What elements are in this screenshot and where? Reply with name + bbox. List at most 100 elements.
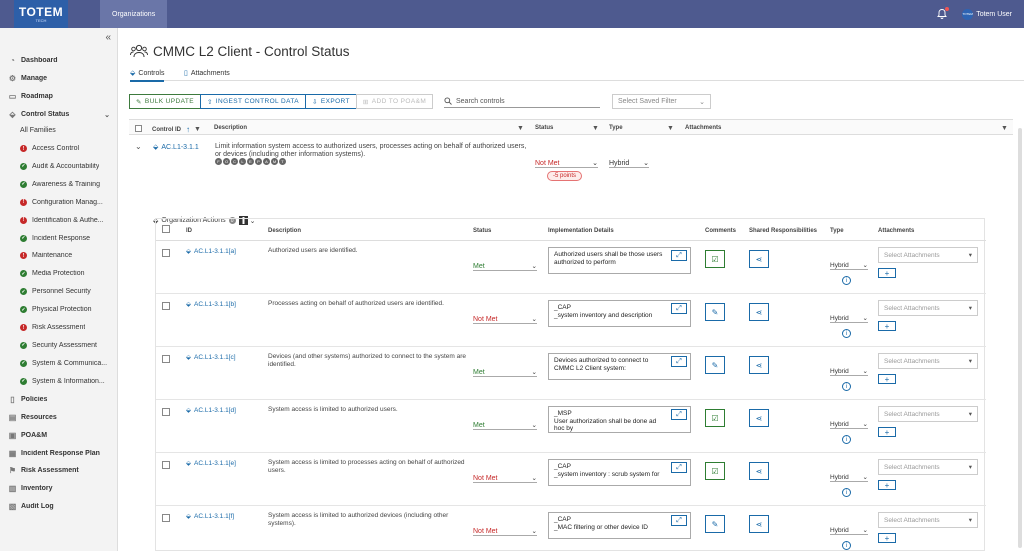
child-col-attachments[interactable]: Attachments bbox=[878, 228, 914, 234]
sidebar-item-poaandm[interactable]: ▣ POA&M bbox=[8, 431, 114, 440]
expand-icon[interactable]: ⤢ bbox=[671, 356, 687, 367]
export-button[interactable]: ⇩ EXPORT bbox=[305, 94, 357, 109]
status-filter-icon[interactable]: ▼ bbox=[592, 125, 599, 132]
sidebar-family-system-and-information[interactable]: ✓ System & Information... bbox=[20, 377, 112, 385]
row-status-select[interactable]: Not Met ⌄ bbox=[473, 527, 537, 536]
row-checkbox[interactable] bbox=[162, 249, 170, 257]
row-impl-textarea[interactable]: _MSP User authorization shall be done ad… bbox=[548, 406, 691, 433]
user-name[interactable]: Totem User bbox=[976, 11, 1012, 18]
row-status-select[interactable]: Met ⌄ bbox=[473, 421, 537, 430]
collapse-sidebar-icon[interactable]: « bbox=[105, 32, 111, 43]
row-type-select[interactable]: Hybrid ⌄ bbox=[830, 261, 868, 270]
sidebar-item-manage[interactable]: ⚙ Manage bbox=[8, 74, 114, 83]
totem-logo[interactable]: TOTEM TECH bbox=[14, 0, 68, 28]
row-attachments-select[interactable]: Select Attachments ▾ bbox=[878, 459, 978, 475]
sidebar-family-media-protection[interactable]: ✓ Media Protection bbox=[20, 270, 112, 278]
sidebar-item-dashboard[interactable]: ◔ Dashboard bbox=[8, 56, 114, 65]
add-attachment-button[interactable]: + bbox=[878, 321, 896, 331]
shared-responsibility-button[interactable]: ⋖ bbox=[749, 409, 769, 427]
shared-responsibility-button[interactable]: ⋖ bbox=[749, 515, 769, 533]
shared-responsibility-button[interactable]: ⋖ bbox=[749, 303, 769, 321]
row-type-select[interactable]: Hybrid ⌄ bbox=[830, 420, 868, 429]
col-description[interactable]: Description bbox=[214, 125, 247, 131]
row-control-id-link[interactable]: AC.L1-3.1.1[d] bbox=[194, 407, 236, 414]
parent-control-id[interactable]: ⬙ AC.L1-3.1.1 bbox=[153, 143, 199, 152]
comment-edit-button[interactable]: ✎ bbox=[705, 515, 725, 533]
sort-up-icon[interactable]: ↑ bbox=[186, 125, 190, 134]
type-filter-icon[interactable]: ▼ bbox=[667, 125, 674, 132]
child-col-description[interactable]: Description bbox=[268, 228, 301, 234]
bulk-update-button[interactable]: ✎ BULK UPDATE bbox=[129, 94, 201, 109]
sidebar-family-risk-assessment[interactable]: ! Risk Assessment bbox=[20, 324, 112, 331]
row-control-id[interactable]: ⬙ AC.L1-3.1.1[b] bbox=[186, 300, 236, 309]
sidebar-family-maintenance[interactable]: ! Maintenance bbox=[20, 252, 112, 260]
filter-icon[interactable]: ▼ bbox=[194, 126, 201, 133]
shared-responsibility-button[interactable]: ⋖ bbox=[749, 356, 769, 374]
avatar[interactable]: TOTEM bbox=[962, 8, 974, 20]
expand-icon[interactable]: ⤢ bbox=[671, 515, 687, 526]
tab-attachments[interactable]: ▯ Attachments bbox=[184, 69, 230, 78]
sidebar-family-configuration-manag[interactable]: ! Configuration Manag... bbox=[20, 198, 112, 206]
row-control-id-link[interactable]: AC.L1-3.1.1[e] bbox=[194, 460, 236, 467]
expand-icon[interactable]: ⤢ bbox=[671, 250, 687, 261]
nav-tab-organizations[interactable]: Organizations bbox=[100, 0, 168, 28]
search-input[interactable]: Search controls bbox=[444, 96, 600, 108]
description-filter-icon[interactable]: ▼ bbox=[517, 125, 524, 132]
child-col-shared[interactable]: Shared Responsibilities bbox=[749, 228, 817, 234]
child-select-all-checkbox[interactable] bbox=[162, 225, 170, 233]
chevron-down-icon[interactable]: ⌄ bbox=[104, 111, 110, 119]
child-col-id[interactable]: ID bbox=[186, 228, 192, 234]
row-checkbox[interactable] bbox=[162, 461, 170, 469]
row-attachments-select[interactable]: Select Attachments ▾ bbox=[878, 512, 978, 528]
info-icon[interactable]: i bbox=[842, 488, 851, 497]
row-checkbox[interactable] bbox=[162, 514, 170, 522]
row-control-id[interactable]: ⬙ AC.L1-3.1.1[a] bbox=[186, 247, 236, 256]
sidebar-item-risk-assessment[interactable]: ⚑ Risk Assessment bbox=[8, 466, 114, 475]
row-control-id[interactable]: ⬙ AC.L1-3.1.1[c] bbox=[186, 353, 236, 362]
row-control-id-link[interactable]: AC.L1-3.1.1[f] bbox=[194, 513, 234, 520]
checkbox-header[interactable] bbox=[135, 125, 142, 132]
row-status-select[interactable]: Met ⌄ bbox=[473, 262, 537, 271]
sidebar-item-all-families[interactable]: All Families bbox=[20, 127, 126, 134]
info-icon[interactable]: i bbox=[842, 541, 851, 550]
sidebar-item-incident-response-plan[interactable]: ▦ Incident Response Plan bbox=[8, 449, 114, 458]
row-impl-textarea[interactable]: _CAP _MAC filtering or other device ID ⤢ bbox=[548, 512, 691, 539]
sidebar-family-security-assessment[interactable]: ✓ Security Assessment bbox=[20, 341, 112, 349]
info-icon[interactable]: i bbox=[842, 382, 851, 391]
bell-icon[interactable] bbox=[936, 7, 950, 20]
row-impl-textarea[interactable]: Authorized users shall be those users au… bbox=[548, 247, 691, 274]
child-col-impl[interactable]: Implementation Details bbox=[548, 228, 614, 234]
row-attachments-select[interactable]: Select Attachments ▾ bbox=[878, 300, 978, 316]
sidebar-family-personnel-security[interactable]: ✓ Personnel Security bbox=[20, 288, 112, 296]
scrollbar[interactable] bbox=[1018, 128, 1022, 548]
expand-icon[interactable]: ⤢ bbox=[671, 462, 687, 473]
sidebar-item-policies[interactable]: ▯ Policies bbox=[8, 395, 114, 404]
ingest-control-data-button[interactable]: ⇧ INGEST CONTROL DATA bbox=[199, 94, 306, 109]
child-col-status[interactable]: Status bbox=[473, 228, 491, 234]
child-col-comments[interactable]: Comments bbox=[705, 228, 736, 234]
add-attachment-button[interactable]: + bbox=[878, 268, 896, 278]
sidebar-family-system-and-communica[interactable]: ✓ System & Communica... bbox=[20, 359, 112, 367]
col-control-id[interactable]: Control ID ↑ ▼ bbox=[152, 125, 201, 134]
expand-icon[interactable]: ⤢ bbox=[671, 409, 687, 420]
row-status-select[interactable]: Met ⌄ bbox=[473, 368, 537, 377]
row-impl-textarea[interactable]: _CAP _system inventory and description ⤢ bbox=[548, 300, 691, 327]
col-attachments[interactable]: Attachments bbox=[685, 125, 721, 131]
row-control-id[interactable]: ⬙ AC.L1-3.1.1[e] bbox=[186, 459, 236, 468]
add-attachment-button[interactable]: + bbox=[878, 533, 896, 543]
add-attachment-button[interactable]: + bbox=[878, 427, 896, 437]
row-control-id[interactable]: ⬙ AC.L1-3.1.1[f] bbox=[186, 512, 234, 521]
row-status-select[interactable]: Not Met ⌄ bbox=[473, 315, 537, 324]
comment-edit-button[interactable]: ✎ bbox=[705, 303, 725, 321]
sidebar-family-identification-and-authe[interactable]: ! Identification & Authe... bbox=[20, 216, 112, 224]
comment-edit-button[interactable]: ✎ bbox=[705, 356, 725, 374]
sidebar-family-physical-protection[interactable]: ✓ Physical Protection bbox=[20, 306, 112, 314]
chevron-down-icon[interactable]: ⌄ bbox=[135, 142, 142, 151]
shared-responsibility-button[interactable]: ⋖ bbox=[749, 462, 769, 480]
comment-done-button[interactable]: ☑ bbox=[705, 250, 725, 268]
sidebar-item-audit-log[interactable]: ▧ Audit Log bbox=[8, 502, 114, 511]
row-checkbox[interactable] bbox=[162, 408, 170, 416]
parent-status-select[interactable]: Not Met ⌄ bbox=[535, 159, 598, 168]
sidebar-family-access-control[interactable]: ! Access Control bbox=[20, 145, 112, 152]
sidebar-family-incident-response[interactable]: ✓ Incident Response bbox=[20, 234, 112, 242]
